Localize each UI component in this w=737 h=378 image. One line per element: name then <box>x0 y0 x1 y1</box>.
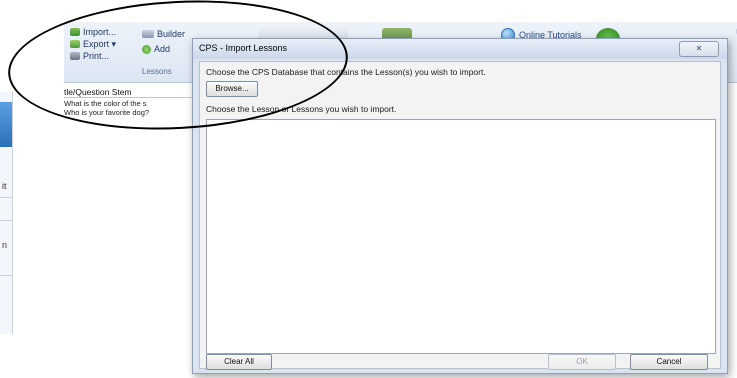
left-panel-header <box>0 102 12 147</box>
cancel-button[interactable]: Cancel <box>630 354 708 370</box>
close-button[interactable]: ✕ <box>679 41 719 57</box>
divider <box>0 197 12 198</box>
ok-button[interactable]: OK <box>548 354 616 370</box>
left-panel: it n <box>0 92 13 334</box>
clear-all-button[interactable]: Clear All <box>206 354 272 370</box>
left-panel-item[interactable]: n <box>2 240 7 250</box>
lessons-listbox[interactable] <box>206 119 716 354</box>
divider <box>0 220 12 221</box>
left-panel-item[interactable]: it <box>2 181 7 191</box>
divider <box>0 275 12 276</box>
